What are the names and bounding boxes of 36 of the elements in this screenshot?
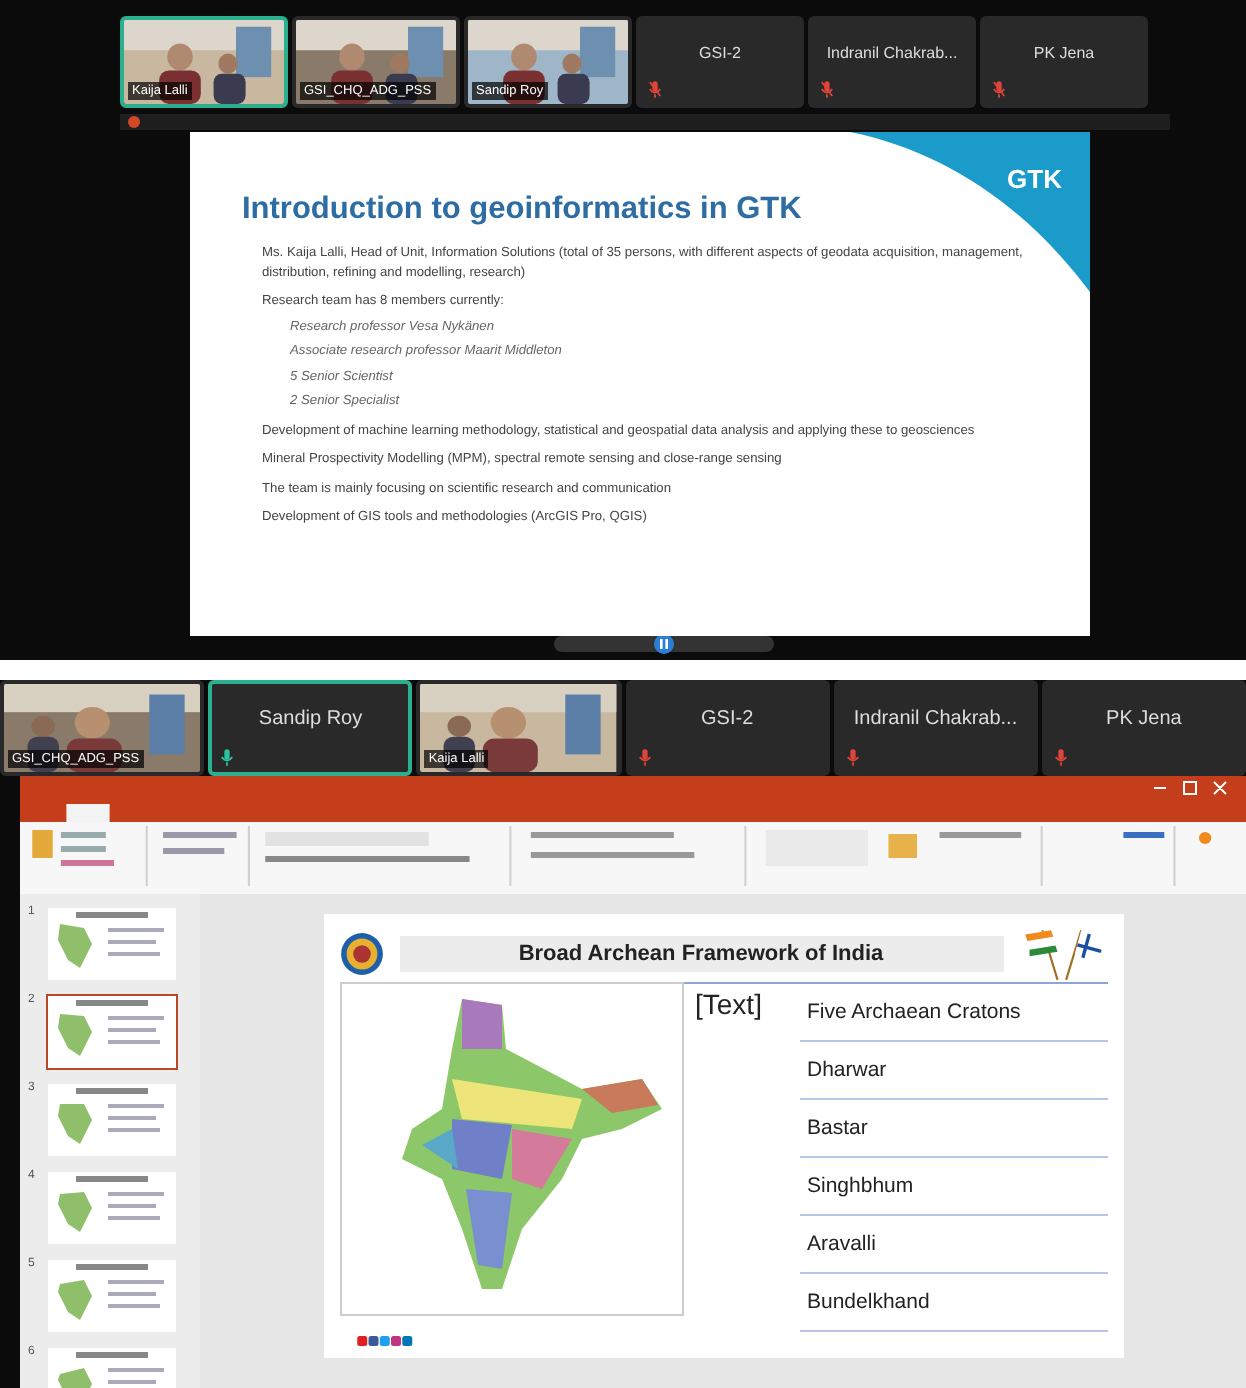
list-item-text: Bastar bbox=[807, 1116, 868, 1140]
participant-name: Indranil Chakrab... bbox=[851, 708, 1020, 730]
participant-name: PK Jena bbox=[1031, 44, 1097, 62]
list-item-text: Aravalli bbox=[807, 1232, 876, 1256]
participant-tile[interactable]: PK Jena bbox=[980, 16, 1148, 108]
list-item-text: Dharwar bbox=[807, 1058, 887, 1082]
text-placeholder[interactable]: [Text] bbox=[695, 988, 762, 1020]
presentation-controls[interactable] bbox=[553, 636, 773, 652]
participant-name: Sandip Roy bbox=[256, 708, 365, 730]
participant-name: GSI-2 bbox=[699, 708, 756, 730]
slide-title: Broad Archean Framework of India bbox=[399, 936, 1003, 972]
slide-thumbnail[interactable] bbox=[46, 1082, 178, 1158]
slide-title: Introduction to geoinformatics in GTK bbox=[242, 192, 804, 228]
participant-tile[interactable]: PK Jena bbox=[1041, 680, 1246, 776]
slide-thumbnail[interactable] bbox=[46, 1258, 178, 1334]
list-item-text: Bundelkhand bbox=[807, 1290, 930, 1314]
participant-tile[interactable]: Indranil Chakrab... bbox=[808, 16, 976, 108]
logo: GTK bbox=[1007, 164, 1062, 194]
window-controls-icon[interactable] bbox=[1150, 780, 1230, 796]
ribbon-tab-icon[interactable] bbox=[64, 804, 112, 822]
list-item-text: Singhbhum bbox=[807, 1174, 914, 1198]
slide-thumbnail[interactable] bbox=[46, 1170, 178, 1246]
participant-tile[interactable]: Sandip Roy bbox=[208, 680, 413, 776]
emblem-icon bbox=[339, 932, 383, 976]
participant-tile[interactable]: Indranil Chakrab... bbox=[833, 680, 1038, 776]
pause-icon[interactable] bbox=[653, 634, 673, 654]
slide-thumbnail[interactable] bbox=[46, 994, 178, 1070]
participant-tile[interactable]: GSI-2 bbox=[636, 16, 804, 108]
list-item-text: Five Archaean Cratons bbox=[807, 1000, 1021, 1024]
app-icon bbox=[128, 116, 140, 128]
participant-name: GSI-2 bbox=[697, 44, 743, 62]
crossed-flags-icon bbox=[1019, 926, 1107, 982]
slide-thumbnail[interactable] bbox=[46, 906, 178, 982]
participant-name: Indranil Chakrab... bbox=[824, 44, 960, 62]
participant-name: PK Jena bbox=[1104, 708, 1184, 730]
participant-tile[interactable]: GSI-2 bbox=[625, 680, 830, 776]
